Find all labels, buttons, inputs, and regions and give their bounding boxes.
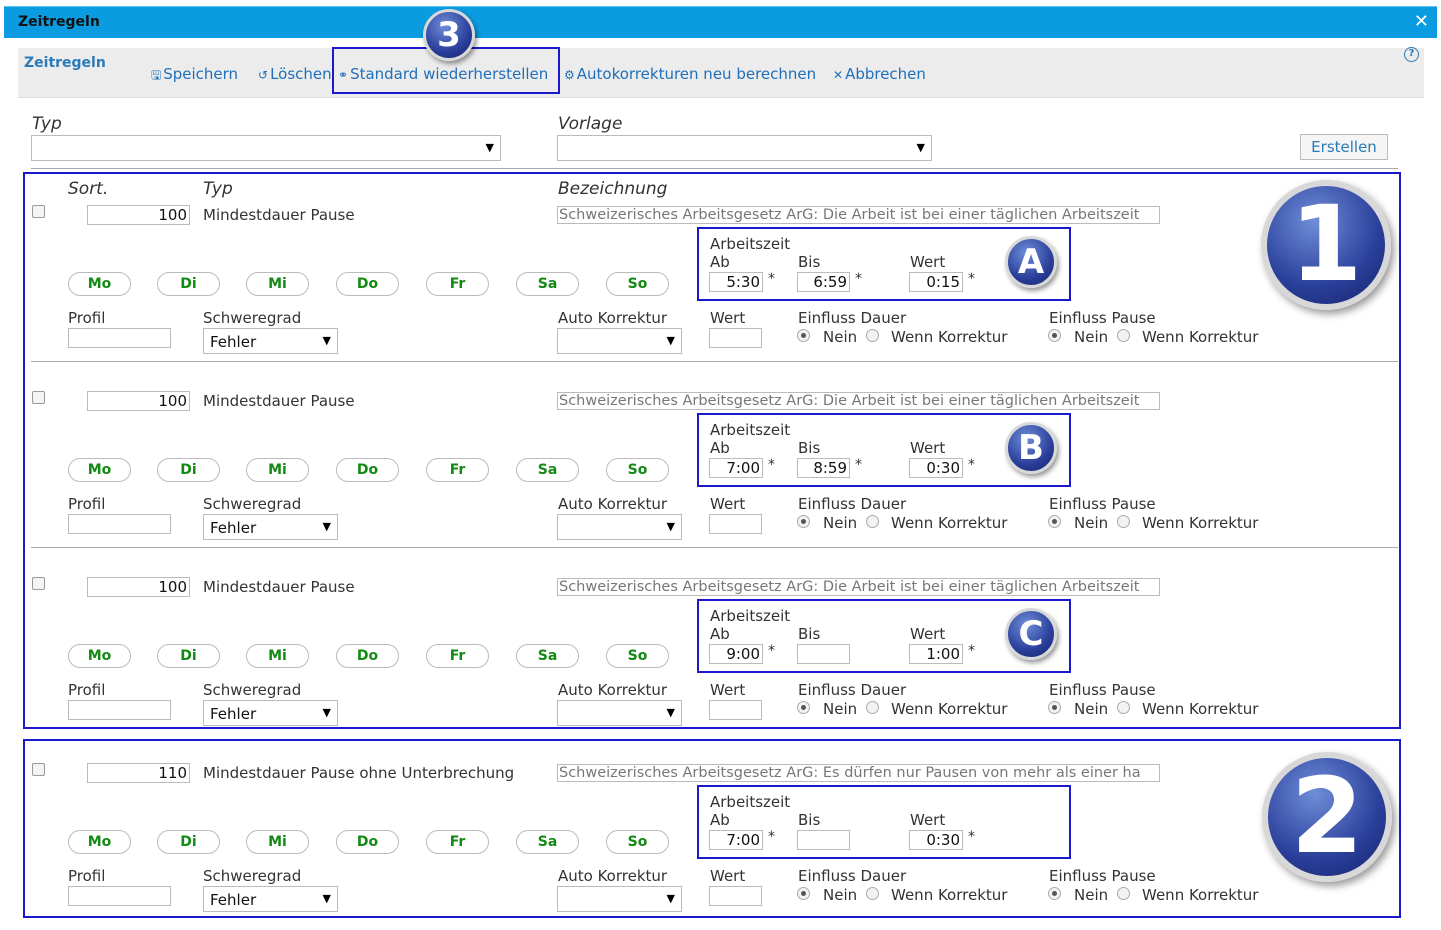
divider — [31, 168, 1398, 169]
chevron-down-icon: ▼ — [916, 141, 925, 154]
close-icon[interactable]: ✕ — [1414, 11, 1429, 32]
toolbar: Zeitregeln 🖫 Speichern ↺ Löschen ⚭ Standard… — [18, 48, 1424, 98]
delete-label: Löschen — [270, 65, 332, 83]
create-button[interactable]: Erstellen — [1300, 134, 1388, 160]
chevron-down-icon: ▼ — [485, 141, 494, 154]
template-select[interactable]: ▼ — [557, 135, 932, 161]
annotation-badge-3: 3 — [423, 9, 475, 61]
type-select[interactable]: ▼ — [31, 135, 501, 161]
cancel-label: Abbrechen — [845, 65, 926, 83]
save-button[interactable]: 🖫 Speichern — [151, 65, 238, 87]
save-label: Speichern — [163, 65, 239, 83]
recalc-autocorrections-button[interactable]: ⚙ Autokorrekturen neu berechnen — [564, 65, 816, 83]
undo-icon: ↺ — [258, 68, 269, 82]
window-titlebar: Zeitregeln ✕ — [4, 6, 1437, 38]
annotation-badge-2: 2 — [1262, 752, 1392, 882]
annotation-badge-1: 1 — [1261, 180, 1391, 310]
template-filter-label: Vorlage — [558, 114, 623, 134]
cancel-button[interactable]: ✕ Abbrechen — [833, 65, 926, 83]
type-filter-label: Typ — [32, 114, 62, 134]
gear-icon: ⚙ — [564, 68, 575, 82]
highlight-frame-2 — [23, 739, 1401, 918]
close-icon: ✕ — [833, 68, 844, 82]
floppy-icon: 🖫 — [151, 68, 162, 82]
delete-button[interactable]: ↺ Löschen — [258, 65, 332, 83]
toolbar-title: Zeitregeln — [24, 55, 106, 71]
recalc-label: Autokorrekturen neu berechnen — [576, 65, 817, 83]
highlight-frame-1 — [23, 172, 1401, 729]
window-title: Zeitregeln — [18, 14, 100, 30]
help-icon[interactable]: ? — [1404, 47, 1419, 62]
